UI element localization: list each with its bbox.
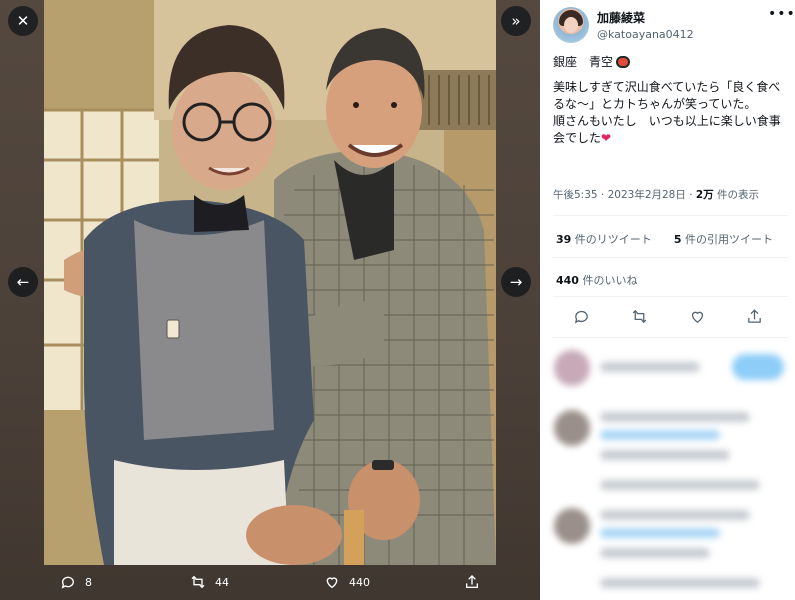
like-count: 440: [349, 575, 370, 589]
divider: [553, 337, 788, 338]
viewer-action-bar: 8 44 440: [0, 566, 540, 600]
tweet-line-2: 美味しすぎて沢山食べていたら「良く食べるな〜」とカトちゃんが笑っていた。: [553, 80, 781, 111]
retweet-count: 44: [215, 575, 229, 589]
likes-stat-count: 440: [556, 274, 579, 287]
divider: [553, 215, 788, 216]
tweet-author[interactable]: 加藤綾菜 @katoayana0412: [553, 7, 694, 43]
retweet-action[interactable]: 44: [190, 574, 229, 590]
blurred-replies: [540, 340, 795, 600]
share-action[interactable]: [464, 574, 480, 590]
likes-stat-label: 件のいいね: [578, 274, 638, 287]
views-count: 2万: [695, 189, 714, 201]
reply-avatar: [554, 350, 590, 386]
retweets-stat-count: 39: [556, 233, 572, 246]
reply-avatar: [554, 508, 590, 544]
reply-placeholder-line: [600, 430, 720, 440]
close-icon[interactable]: ✕: [8, 6, 38, 36]
author-handle[interactable]: @katoayana0412: [597, 28, 694, 41]
reply-icon[interactable]: [570, 305, 592, 327]
views-label: 件の表示: [713, 189, 760, 201]
retweets-stat-label: 件のリツイート: [571, 233, 652, 246]
reply-avatar: [554, 410, 590, 446]
photo-illustration: [44, 0, 496, 565]
arrow-right-icon[interactable]: →: [501, 267, 531, 297]
tweet-line-1: 銀座 青空: [553, 55, 614, 69]
reply-placeholder-line: [600, 450, 730, 460]
reply-placeholder-line: [600, 480, 760, 490]
share-icon[interactable]: [743, 305, 765, 327]
reply-icon: [61, 576, 74, 589]
retweet-icon[interactable]: [628, 305, 650, 327]
tweet-meta: 午後5:35 · 2023年2月28日 · 2万 件の表示: [553, 187, 759, 202]
red-heart-emoji-icon: ❤: [601, 131, 612, 145]
reply-count: 8: [85, 575, 92, 589]
like-action[interactable]: 440: [324, 574, 370, 590]
avatar[interactable]: [553, 7, 589, 43]
tweet-photo[interactable]: [44, 0, 496, 565]
sushi-emoji-icon: [616, 56, 631, 68]
more-options-icon[interactable]: •••: [768, 6, 795, 22]
retweets-stat[interactable]: 39 件のリツイート: [556, 231, 652, 247]
quotes-stat[interactable]: 5 件の引用ツイート: [674, 231, 773, 247]
likes-stat[interactable]: 440 件のいいね: [556, 272, 637, 288]
retweet-icon: [191, 575, 205, 589]
author-name[interactable]: 加藤綾菜: [597, 9, 694, 26]
media-viewer-page: ✕ » ← → 8 44 440 加藤綾菜 @katoayana0412 •••…: [0, 0, 795, 600]
tweet-timestamp[interactable]: 午後5:35 · 2023年2月28日 ·: [553, 189, 696, 201]
author-names: 加藤綾菜 @katoayana0412: [597, 7, 694, 43]
tweet-text: 銀座 青空 美味しすぎて沢山食べていたら「良く食べるな〜」とカトちゃんが笑ってい…: [553, 54, 789, 155]
reply-placeholder-line: [600, 412, 750, 422]
reply-placeholder-line: [600, 578, 760, 588]
divider: [553, 296, 788, 297]
reply-placeholder-line: [600, 528, 720, 538]
reply-action[interactable]: 8: [60, 574, 92, 590]
divider: [553, 257, 788, 258]
share-icon: [466, 575, 478, 588]
tweet-stats-retweets: 39 件のリツイート 5 件の引用ツイート: [556, 231, 773, 247]
reply-placeholder-line: [600, 510, 750, 520]
tweet-action-bar: [540, 305, 795, 329]
arrow-left-icon[interactable]: ←: [8, 267, 38, 297]
quotes-stat-label: 件の引用ツイート: [681, 233, 773, 246]
reply-placeholder-line: [600, 362, 700, 372]
heart-icon[interactable]: [686, 305, 708, 327]
chevron-double-right-icon[interactable]: »: [501, 6, 531, 36]
tweet-line-3: 順さんもいたし いつも以上に楽しい食事会でした: [553, 114, 781, 145]
media-viewer: ✕ » ← → 8 44 440: [0, 0, 540, 600]
reply-button-placeholder: [732, 354, 784, 380]
reply-placeholder-line: [600, 548, 710, 558]
avatar-face: [564, 17, 578, 33]
tweet-panel: 加藤綾菜 @katoayana0412 ••• 銀座 青空 美味しすぎて沢山食べ…: [540, 0, 795, 600]
heart-icon: [326, 577, 338, 589]
